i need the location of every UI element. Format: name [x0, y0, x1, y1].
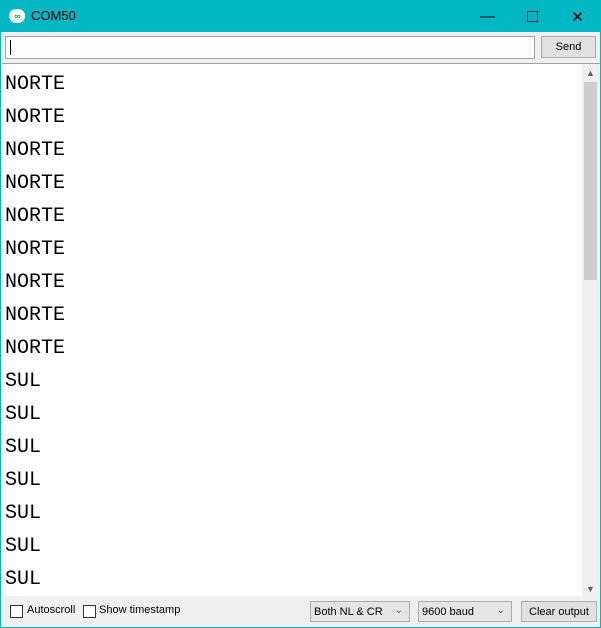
minimize-button[interactable]: —: [465, 1, 510, 32]
chevron-down-icon: ⌄: [394, 605, 403, 616]
output-line: SUL: [5, 403, 42, 426]
autoscroll-checkbox[interactable]: [10, 605, 23, 618]
output-line: NORTE: [5, 304, 66, 327]
close-button[interactable]: ✕: [555, 1, 600, 32]
title-bar: ∞ COM50 — ☐ ✕: [1, 1, 600, 32]
output-line: NORTE: [5, 73, 66, 96]
scroll-up-icon[interactable]: ▲: [582, 64, 599, 81]
output-line: NORTE: [5, 238, 66, 261]
baud-select[interactable]: 9600 baud ⌄: [418, 601, 512, 622]
send-button[interactable]: Send: [541, 36, 596, 58]
output-line: NORTE: [5, 205, 66, 228]
send-row: Send: [1, 32, 600, 62]
autoscroll-label: Autoscroll: [27, 604, 76, 616]
window-title: COM50: [31, 8, 76, 23]
scrollbar-thumb[interactable]: [584, 82, 597, 280]
line-ending-select[interactable]: Both NL & CR ⌄: [310, 601, 410, 622]
output-line: NORTE: [5, 106, 66, 129]
serial-input[interactable]: [5, 36, 535, 59]
baud-value: 9600 baud: [422, 606, 474, 618]
output-line: SUL: [5, 370, 42, 393]
output-line: SUL: [5, 568, 42, 591]
output-line: NORTE: [5, 337, 66, 360]
output-line: SUL: [5, 502, 42, 525]
scroll-down-icon[interactable]: ▼: [582, 580, 599, 596]
output-line: NORTE: [5, 271, 66, 294]
maximize-button[interactable]: ☐: [510, 1, 555, 32]
text-caret: [10, 40, 11, 55]
chevron-down-icon: ⌄: [496, 605, 505, 616]
clear-output-button[interactable]: Clear output: [521, 601, 597, 622]
output-line: SUL: [5, 469, 42, 492]
output-line: NORTE: [5, 172, 66, 195]
serial-output: ▲ ▼ NORTE NORTE NORTE NORTE NORTE NORTE NORTE N…: [2, 63, 600, 596]
timestamp-checkbox[interactable]: [83, 605, 96, 618]
timestamp-label: Show timestamp: [99, 604, 181, 616]
output-line: NORTE: [5, 139, 66, 162]
line-ending-value: Both NL & CR: [314, 606, 383, 618]
vertical-scrollbar[interactable]: ▲ ▼: [582, 64, 599, 596]
output-line: SUL: [5, 535, 42, 558]
output-line: SUL: [5, 436, 42, 459]
arduino-logo-icon: ∞: [9, 9, 25, 23]
footer-bar: Autoscroll Show timestamp Both NL & CR ⌄ …: [1, 597, 600, 627]
